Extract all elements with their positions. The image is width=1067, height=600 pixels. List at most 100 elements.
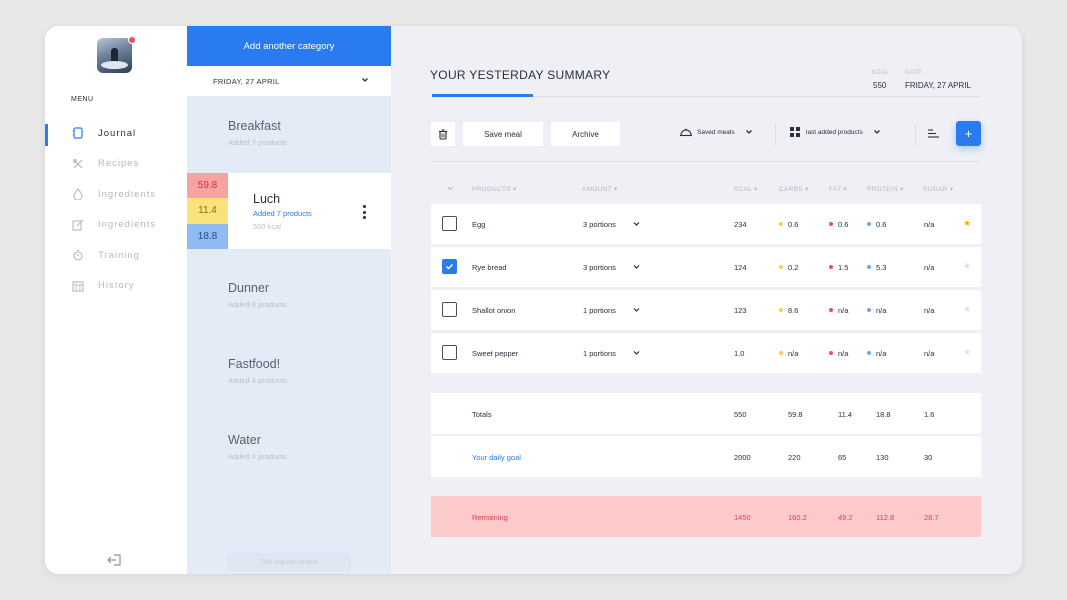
chevron-down-icon[interactable] bbox=[633, 221, 640, 227]
sidebar-item-ingredients-edit[interactable]: Ingredients bbox=[45, 210, 187, 241]
remaining-sugar: 28.7 bbox=[924, 513, 939, 522]
header-label: KCAL bbox=[734, 186, 752, 193]
chevron-down-icon[interactable] bbox=[633, 307, 640, 313]
carbs-badge: 59.8 bbox=[187, 173, 228, 199]
date-label: DATE bbox=[905, 70, 923, 76]
protein-cell: 0.6 bbox=[867, 220, 886, 229]
remaining-fat: 49.2 bbox=[838, 513, 853, 522]
kcal-cell: 123 bbox=[734, 306, 747, 315]
category-breakfast[interactable]: Breakfast Added 7 products bbox=[187, 96, 391, 172]
summary-panel: YOUR YESTERDAY SUMMARY KCAL 550 DATE FRI… bbox=[391, 26, 1022, 574]
date-selector[interactable]: FRIDAY, 27 APRIL bbox=[187, 66, 391, 96]
sidebar-item-history[interactable]: History bbox=[45, 271, 187, 302]
row-checkbox[interactable] bbox=[442, 302, 457, 317]
protein-cell: 5.3 bbox=[867, 263, 886, 272]
sidebar-item-label: Ingredients bbox=[98, 188, 157, 200]
protein-badge: 18.8 bbox=[187, 223, 228, 249]
avatar[interactable] bbox=[97, 38, 132, 73]
save-meal-button[interactable]: Save meal bbox=[463, 122, 543, 146]
delete-button[interactable] bbox=[431, 122, 455, 146]
column-header-sugar[interactable]: SUGAR ▾ bbox=[923, 185, 953, 193]
column-header-products[interactable]: PRODUCTS ▾ bbox=[472, 185, 517, 193]
table-row[interactable]: Rye bread 3 portions 124 0.2 1.5 5.3 n/a… bbox=[431, 247, 981, 287]
chevron-down-icon[interactable] bbox=[633, 350, 640, 356]
table-row[interactable]: Sweet pepper 1 portions 1.0 n/a n/a n/a … bbox=[431, 333, 981, 373]
column-header-carbs[interactable]: CARBS ▾ bbox=[779, 185, 809, 193]
table-row[interactable]: Shallot onion 1 portions 123 8.6 n/a n/a… bbox=[431, 290, 981, 330]
totals-protein: 18.8 bbox=[876, 410, 891, 419]
header-label: SUGAR bbox=[923, 186, 948, 193]
column-header-fat[interactable]: FAT ▾ bbox=[829, 185, 847, 193]
cloche-icon bbox=[680, 128, 692, 137]
sidebar-item-ingredients[interactable]: Ingredients bbox=[45, 179, 187, 210]
chevron-down-icon[interactable] bbox=[446, 185, 454, 192]
amount-dropdown[interactable]: 3 portions bbox=[583, 220, 616, 229]
carbs-cell: 8.6 bbox=[779, 306, 798, 315]
more-options-icon[interactable] bbox=[363, 205, 366, 222]
sidebar-item-training[interactable]: Training bbox=[45, 240, 187, 271]
amount-dropdown[interactable]: 3 portions bbox=[583, 263, 616, 272]
product-name: Shallot onion bbox=[472, 306, 516, 315]
category-count: Added 9 products bbox=[228, 300, 287, 309]
star-icon[interactable]: ★ bbox=[963, 304, 971, 315]
kcal-cell: 234 bbox=[734, 220, 747, 229]
column-header-protein[interactable]: PROTEIN ▾ bbox=[867, 185, 904, 193]
trash-icon bbox=[439, 128, 447, 140]
menu-title: MENU bbox=[71, 96, 94, 103]
category-name: Water bbox=[228, 433, 261, 447]
carbs-cell: 0.2 bbox=[779, 263, 798, 272]
logout-icon[interactable] bbox=[107, 553, 123, 567]
sidebar-item-journal[interactable]: Journal bbox=[45, 118, 187, 149]
column-header-amount[interactable]: AMOUNT ▾ bbox=[582, 185, 618, 193]
category-dunner[interactable]: Dunner Added 9 products bbox=[187, 258, 391, 334]
sidebar-item-recipes[interactable]: Recipes bbox=[45, 149, 187, 180]
star-icon[interactable]: ★ bbox=[963, 261, 971, 272]
fat-cell: n/a bbox=[829, 306, 848, 315]
check-icon bbox=[446, 264, 453, 270]
category-water[interactable]: Water Added 4 products bbox=[187, 410, 391, 486]
archive-button[interactable]: Archive bbox=[551, 122, 620, 146]
table-row[interactable]: Egg 3 portions 234 0.6 0.6 0.6 n/a ★ bbox=[431, 204, 981, 244]
row-checkbox[interactable] bbox=[442, 345, 457, 360]
row-checkbox[interactable] bbox=[442, 216, 457, 231]
toolbar-divider bbox=[915, 123, 916, 145]
star-icon[interactable]: ★ bbox=[963, 218, 971, 229]
product-name: Egg bbox=[472, 220, 486, 229]
remaining-label: Remaining bbox=[472, 513, 508, 522]
daily-goal-link[interactable]: Your daily goal bbox=[472, 453, 521, 462]
sugar-cell: n/a bbox=[924, 349, 935, 358]
chevron-down-icon[interactable] bbox=[633, 264, 640, 270]
remaining-carbs: 160.2 bbox=[788, 513, 807, 522]
category-luch[interactable]: 59.8 11.4 18.8 Luch Added 7 products 550… bbox=[187, 173, 391, 249]
star-icon[interactable]: ★ bbox=[963, 347, 971, 358]
recipes-icon bbox=[72, 158, 84, 170]
header-label: CARBS bbox=[779, 186, 803, 193]
column-header-kcal[interactable]: KCAL ▾ bbox=[734, 185, 758, 193]
day-ended-notice: This day has ended bbox=[227, 553, 351, 571]
stopwatch-icon bbox=[72, 249, 84, 261]
saved-meals-dropdown[interactable]: Saved meals bbox=[679, 127, 753, 137]
header-label: AMOUNT bbox=[582, 186, 612, 193]
add-product-button[interactable]: + bbox=[956, 121, 981, 146]
product-name: Rye bread bbox=[472, 263, 507, 272]
category-count: Added 4 products bbox=[228, 376, 287, 385]
amount-dropdown[interactable]: 1 portions bbox=[583, 349, 616, 358]
macro-strip: 59.8 11.4 18.8 bbox=[187, 173, 228, 249]
remaining-row: Remaining 1450 160.2 49.2 112.8 28.7 bbox=[431, 496, 981, 537]
sidebar-item-label: Ingredients bbox=[98, 219, 157, 231]
toolbar-divider-line bbox=[432, 161, 980, 162]
sort-icon[interactable] bbox=[927, 128, 939, 139]
category-fastfood[interactable]: Fastfood! Added 4 products bbox=[187, 334, 391, 410]
chevron-down-icon bbox=[362, 78, 368, 82]
chevron-down-icon bbox=[745, 130, 752, 134]
amount-dropdown[interactable]: 1 portions bbox=[583, 306, 616, 315]
sugar-cell: n/a bbox=[924, 263, 935, 272]
goal-carbs: 220 bbox=[788, 453, 801, 462]
sugar-cell: n/a bbox=[924, 220, 935, 229]
row-checkbox[interactable] bbox=[442, 259, 457, 274]
last-added-dropdown[interactable]: last added products bbox=[790, 127, 881, 137]
carbs-cell: n/a bbox=[779, 349, 798, 358]
carbs-cell: 0.6 bbox=[779, 220, 798, 229]
add-category-button[interactable]: Add another category bbox=[187, 26, 391, 66]
app-window: MENU Journal Recipes Ingredients Ingredi… bbox=[45, 26, 1022, 574]
